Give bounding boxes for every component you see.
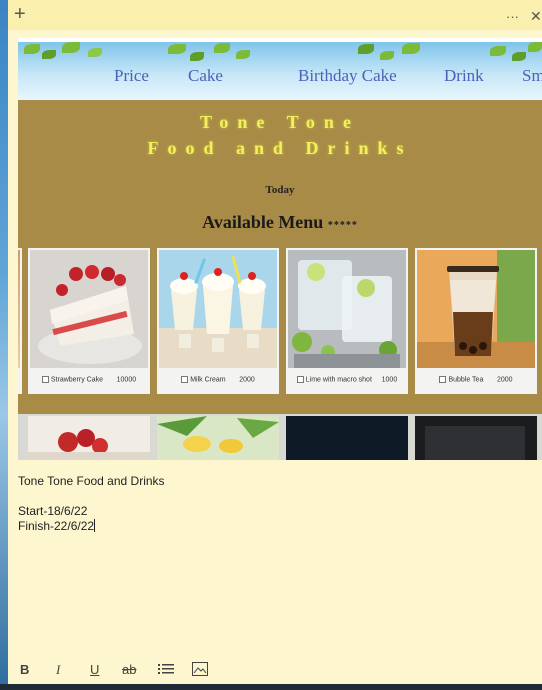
- dark-photo: [286, 416, 408, 460]
- today-label: Today: [265, 184, 295, 196]
- menu-item-name: Lime with macro shot: [305, 376, 372, 384]
- nav-drink[interactable]: Drink: [444, 66, 484, 86]
- bubble-tea-photo: [417, 250, 535, 368]
- desktop-background: [0, 0, 8, 690]
- menu-item-price: 2000: [239, 376, 255, 384]
- menu-item-caption: Milk Cream 2000: [157, 376, 279, 383]
- available-menu-heading: Available Menu *****: [18, 212, 542, 233]
- underline-button[interactable]: U: [90, 662, 99, 677]
- select-checkbox[interactable]: [41, 376, 49, 383]
- menu-card[interactable]: Milk Cream 2000: [157, 248, 279, 394]
- fruit-photo: [28, 416, 150, 460]
- select-checkbox[interactable]: [439, 376, 447, 383]
- menu-divider: [18, 394, 542, 414]
- close-note-button[interactable]: ✕: [530, 6, 542, 26]
- rating-stars: *****: [327, 220, 358, 231]
- menu-item-price: 10000: [116, 376, 137, 384]
- note-titlebar[interactable]: + ··· ✕: [8, 0, 542, 30]
- menu-card[interactable]: Lime with macro shot 1000: [286, 248, 408, 394]
- menu-item-name: Milk Cream: [190, 376, 226, 384]
- strawberry-cake-photo: [30, 250, 148, 368]
- menu-item-price: 2000: [496, 376, 513, 384]
- menu-item-caption: Lime with macro shot 1000: [286, 376, 408, 383]
- taskbar-strip: [0, 684, 542, 690]
- nav-price[interactable]: Price: [114, 66, 149, 86]
- menu-item-caption: Strawberry Cake 10000: [28, 376, 150, 383]
- milk-cream-photo: [159, 250, 277, 368]
- strikethrough-button[interactable]: ab: [122, 662, 136, 677]
- dark-photo-2: [415, 416, 537, 460]
- brand-line-2: Food and Drinks: [147, 138, 413, 158]
- menu-card-partial: [18, 248, 22, 394]
- text-caret: [94, 519, 96, 532]
- lime-drink-photo: [288, 250, 406, 368]
- menu-banner: Price Cake Birthday Cake Drink Sm: [18, 42, 542, 100]
- menu-second-row: [18, 414, 542, 460]
- menu-card[interactable]: Bubble Tea 2000: [415, 248, 537, 394]
- add-note-button[interactable]: +: [14, 4, 26, 24]
- available-menu-text: Available Menu: [202, 212, 324, 232]
- note-line-finish-wrap[interactable]: Finish-22/6/22: [18, 519, 96, 533]
- pasted-menu-image[interactable]: Price Cake Birthday Cake Drink Sm Tone T…: [18, 38, 542, 460]
- select-checkbox[interactable]: [296, 376, 304, 383]
- nav-cake[interactable]: Cake: [188, 66, 223, 86]
- menu-card-row: Strawberry Cake 10000 Milk Cream 2000 Li…: [18, 248, 542, 394]
- nav-sm[interactable]: Sm: [522, 66, 542, 86]
- brand-line-1: Tone Tone: [200, 112, 360, 132]
- nav-birthday-cake[interactable]: Birthday Cake: [298, 66, 397, 86]
- note-line-title[interactable]: Tone Tone Food and Drinks: [18, 474, 165, 488]
- menu-item-caption: Bubble Tea 2000: [415, 376, 537, 383]
- note-line-finish: Finish-22/6/22: [18, 519, 95, 533]
- select-checkbox[interactable]: [181, 376, 189, 383]
- menu-item-name: Bubble Tea: [448, 376, 484, 384]
- insert-image-icon[interactable]: [192, 662, 208, 679]
- menu-item-price: 1000: [381, 376, 398, 384]
- sticky-note-window: + ··· ✕ Price Cake Birthday Cake Drink S…: [8, 0, 542, 690]
- bold-button[interactable]: B: [20, 662, 29, 677]
- italic-button[interactable]: I: [56, 662, 60, 678]
- menu-header: Tone Tone Food and Drinks Today Availabl…: [18, 100, 542, 248]
- bullet-list-icon[interactable]: [158, 662, 174, 679]
- note-line-start[interactable]: Start-18/6/22: [18, 504, 87, 518]
- menu-card[interactable]: Strawberry Cake 10000: [28, 248, 150, 394]
- more-options-button[interactable]: ···: [506, 7, 519, 27]
- menu-item-name: Strawberry Cake: [50, 376, 104, 384]
- lemon-photo: [157, 416, 279, 460]
